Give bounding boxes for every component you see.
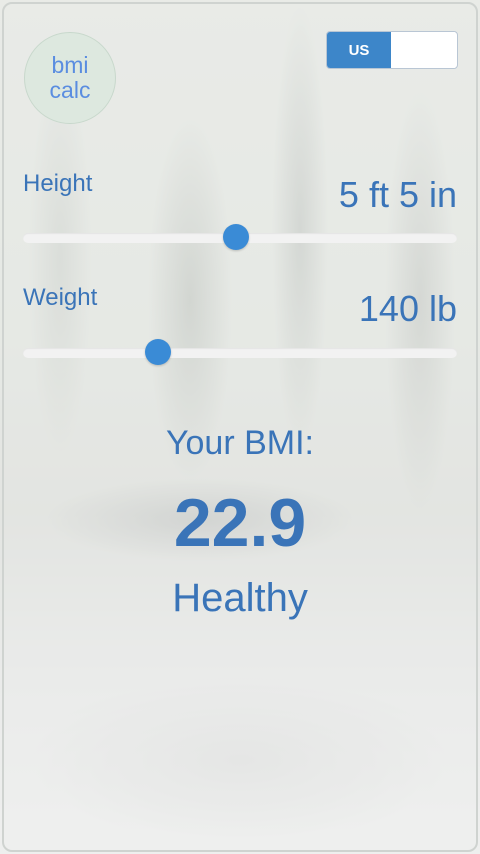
logo-line-2: calc bbox=[49, 77, 91, 103]
app-logo: bmi calc bbox=[24, 32, 116, 124]
height-label: Height bbox=[23, 170, 93, 197]
bmi-category: Healthy bbox=[172, 576, 308, 620]
weight-slider[interactable] bbox=[23, 339, 457, 365]
height-slider[interactable] bbox=[23, 224, 457, 250]
weight-slider-track[interactable] bbox=[23, 348, 457, 358]
height-slider-thumb[interactable] bbox=[222, 224, 249, 250]
bmi-calculator-screen: bmi calc US Height 5 ft 5 in Weight 140 … bbox=[0, 0, 480, 854]
weight-label: Weight bbox=[23, 284, 98, 311]
unit-toggle[interactable]: US bbox=[326, 31, 458, 69]
height-value: 5 ft 5 in bbox=[338, 174, 457, 215]
unit-option-metric[interactable] bbox=[391, 32, 455, 68]
bmi-result-label: Your BMI: bbox=[165, 424, 315, 462]
logo-line-1: bmi bbox=[51, 52, 89, 78]
weight-slider-thumb[interactable] bbox=[144, 339, 171, 365]
weight-value: 140 lb bbox=[358, 288, 457, 329]
bmi-result-value: 22.9 bbox=[173, 485, 307, 561]
unit-option-us[interactable]: US bbox=[327, 32, 391, 68]
